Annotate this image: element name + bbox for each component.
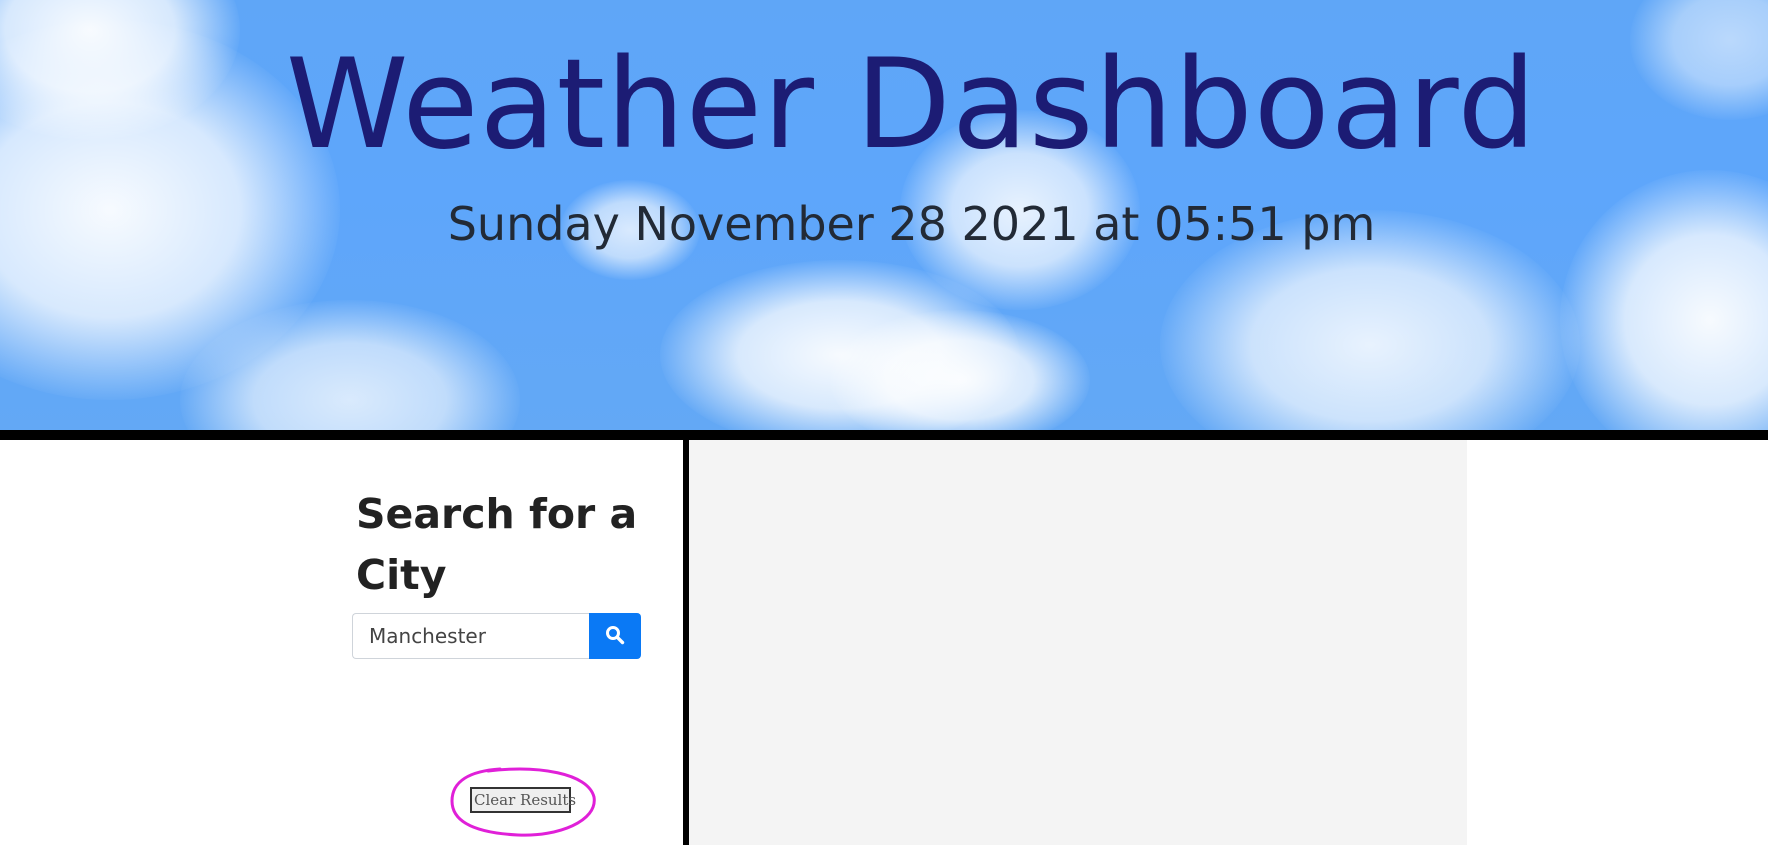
header-banner: Weather Dashboard Sunday November 28 202… [0,0,1768,430]
search-form [352,613,641,659]
header-divider [0,430,1768,440]
clear-results-area: Clear Results [448,763,598,839]
search-icon [605,625,625,648]
page-title: Weather Dashboard [285,33,1538,177]
current-datetime: Sunday November 28 2021 at 05:51 pm [447,197,1376,251]
search-heading: Search for a City [356,490,638,599]
search-button[interactable] [589,613,641,659]
clear-results-button[interactable]: Clear Results [470,787,576,813]
city-search-input[interactable] [352,613,589,659]
results-panel [689,440,1467,845]
